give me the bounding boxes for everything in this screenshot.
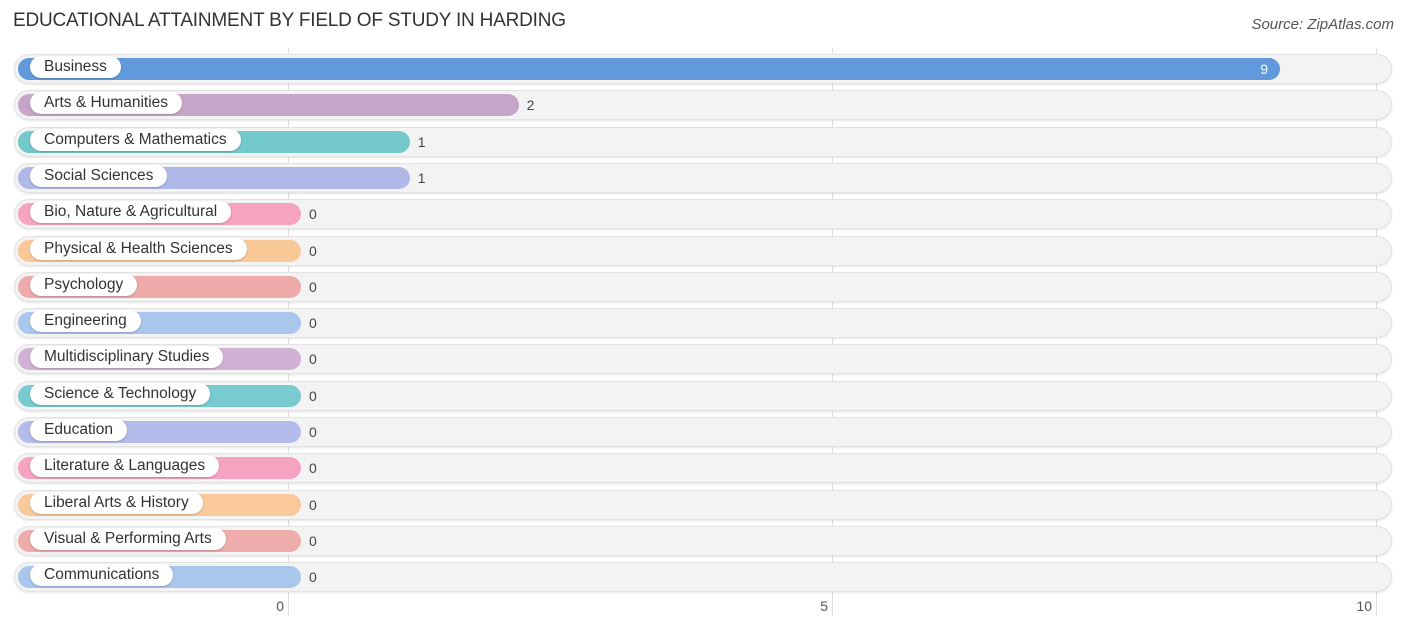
bar-row: Psychology 0 [14,271,1392,302]
value-label: 0 [309,460,317,477]
value-label: 0 [309,315,317,332]
source-label: Source: ZipAtlas.com [1251,16,1394,33]
category-label: Science & Technology [30,382,211,405]
category-label: Psychology [30,273,138,296]
category-label: Liberal Arts & History [30,491,203,514]
chart-title: EDUCATIONAL ATTAINMENT BY FIELD OF STUDY… [13,10,566,31]
category-label: Engineering [30,310,141,333]
value-label: 9 [1260,61,1268,77]
bar-row: Liberal Arts & History 0 [14,489,1392,520]
bar-row: Arts & Humanities 2 [14,90,1392,121]
value-label: 0 [309,387,317,404]
category-label: Multidisciplinary Studies [30,346,224,369]
category-label: Visual & Performing Arts [30,527,226,550]
value-label: 0 [309,206,317,223]
bar-row: Literature & Languages 0 [14,453,1392,484]
bar-row: Engineering 0 [14,308,1392,339]
x-tick-label: 5 [820,598,828,614]
bar-row: Communications 0 [14,562,1392,593]
value-label: 0 [309,351,317,368]
category-label: Education [30,419,127,441]
value-label: 0 [309,424,317,440]
category-label: Arts & Humanities [30,92,183,115]
value-label: 0 [309,532,317,549]
bar-row: Bio, Nature & Agricultural 0 [14,199,1392,230]
value-label: 0 [309,496,317,513]
x-tick-label: 0 [276,598,284,614]
bar-row: Science & Technology 0 [14,380,1392,411]
bar-row: Visual & Performing Arts 0 [14,525,1392,556]
bar-row: Computers & Mathematics 1 [14,126,1392,157]
category-label: Social Sciences [30,164,168,187]
x-tick-label: 10 [1356,598,1372,614]
bar-row: Business 9 [14,54,1392,84]
value-label: 1 [417,169,426,186]
value-label: 0 [309,569,317,586]
bar[interactable] [18,58,1281,80]
bar-row: Multidisciplinary Studies 0 [14,344,1392,375]
category-label: Literature & Languages [30,455,220,478]
category-label: Bio, Nature & Agricultural [30,201,232,224]
value-label: 2 [526,97,535,114]
bar-row: Social Sciences 1 [14,162,1392,193]
value-label: 0 [309,278,317,295]
bar-row: Education 0 [14,417,1392,447]
category-label: Physical & Health Sciences [30,237,247,260]
bar-row: Physical & Health Sciences 0 [14,235,1392,266]
value-label: 0 [309,242,317,259]
category-label: Communications [30,564,174,587]
category-label: Computers & Mathematics [30,128,241,151]
category-label: Business [30,56,121,78]
value-label: 1 [417,133,426,150]
